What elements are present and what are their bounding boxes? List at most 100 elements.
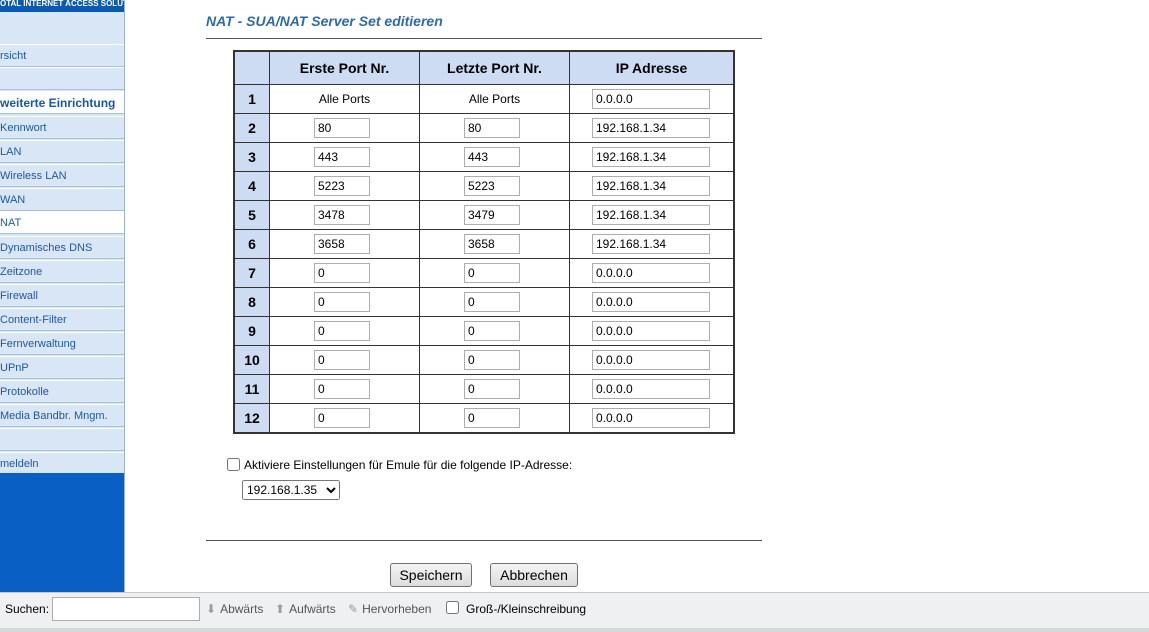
match-case-checkbox[interactable] [446, 601, 459, 614]
first-port-input[interactable] [314, 234, 370, 254]
first-port-input[interactable] [314, 263, 370, 283]
sidebar-section-advanced[interactable]: weiterte Einrichtung [0, 91, 124, 114]
sidebar-item-dynamic-dns[interactable]: Dynamisches DNS [0, 236, 124, 259]
table-row: 4 [233, 171, 735, 201]
table-row: 9 [233, 316, 735, 346]
find-previous-label: Aufwärts [289, 602, 336, 616]
row-number: 3 [233, 142, 270, 172]
emule-label: Aktiviere Einstellungen für Emule für di… [244, 458, 573, 472]
find-label: Suchen: [5, 602, 50, 616]
sidebar-item-lan[interactable]: LAN [0, 140, 124, 163]
sidebar-item-logout[interactable]: meldeln [0, 452, 124, 475]
brand-logo: OTAL INTERNET ACCESS SOLUTION [0, 0, 124, 12]
table-row: 12 [233, 403, 735, 434]
last-port-input[interactable] [464, 379, 520, 399]
row-number: 1 [233, 84, 270, 114]
sidebar-item-password[interactable]: Kennwort [0, 116, 124, 139]
match-case-label: Groß-/Kleinschreibung [466, 602, 587, 616]
first-port-input[interactable] [314, 147, 370, 167]
ip-address-input[interactable] [592, 176, 710, 196]
sidebar-item-timezone[interactable]: Zeitzone [0, 260, 124, 283]
last-port-input[interactable] [464, 321, 520, 341]
row-number: 11 [233, 374, 270, 404]
divider-top [206, 38, 762, 39]
cancel-button[interactable]: Abbrechen [490, 563, 578, 587]
sidebar-item-overview[interactable]: rsicht [0, 44, 124, 67]
row-number: 12 [233, 403, 270, 434]
emule-checkbox[interactable] [227, 458, 240, 471]
first-port-input[interactable] [314, 350, 370, 370]
ip-address-input[interactable] [592, 147, 710, 167]
save-button[interactable]: Speichern [390, 563, 472, 587]
emule-option: Aktiviere Einstellungen für Emule für di… [227, 458, 572, 472]
sidebar-item-upnp[interactable]: UPnP [0, 356, 124, 379]
table-row: 2 [233, 113, 735, 143]
nat-server-table: Erste Port Nr. Letzte Port Nr. IP Adress… [233, 50, 735, 434]
first-port-input[interactable] [314, 176, 370, 196]
ip-address-input[interactable] [592, 350, 710, 370]
find-previous-button[interactable]: ⬆ Aufwärts [275, 602, 336, 616]
find-next-button[interactable]: ⬇ Abwärts [206, 602, 263, 616]
ip-address-input[interactable] [592, 408, 710, 428]
table-row: 11 [233, 374, 735, 404]
sidebar-item-content-filter[interactable]: Content-Filter [0, 308, 124, 331]
divider-bottom [206, 540, 762, 541]
table-row: 10 [233, 345, 735, 375]
ip-address-input[interactable] [592, 118, 710, 138]
sidebar-item-wireless-lan[interactable]: Wireless LAN [0, 164, 124, 187]
sidebar-item-logs[interactable]: Protokolle [0, 380, 124, 403]
emule-ip-select[interactable]: 192.168.1.35 [242, 480, 340, 500]
header-first-port: Erste Port Nr. [269, 50, 420, 85]
row-number: 7 [233, 258, 270, 288]
sidebar-item-firewall[interactable]: Firewall [0, 284, 124, 307]
first-port-input[interactable] [314, 379, 370, 399]
sidebar-item-media-bandwidth[interactable]: Media Bandbr. Mngm. [0, 404, 124, 427]
table-row: 7 [233, 258, 735, 288]
row-number: 10 [233, 345, 270, 375]
last-port-input[interactable] [464, 147, 520, 167]
last-port-input[interactable] [464, 292, 520, 312]
ip-address-input[interactable] [592, 234, 710, 254]
first-port-input[interactable] [314, 321, 370, 341]
table-row: 3 [233, 142, 735, 172]
first-port-input[interactable] [314, 205, 370, 225]
last-port-input[interactable] [464, 263, 520, 283]
last-port-input[interactable] [464, 205, 520, 225]
sidebar-spacer [0, 428, 124, 451]
page-title: NAT - SUA/NAT Server Set editieren [206, 13, 443, 29]
last-port-input[interactable] [464, 234, 520, 254]
first-port-input[interactable] [314, 408, 370, 428]
row-number: 6 [233, 229, 270, 259]
last-port-input[interactable] [464, 408, 520, 428]
ip-address-input[interactable] [592, 292, 710, 312]
last-port-static: Alle Ports [419, 84, 570, 114]
last-port-input[interactable] [464, 118, 520, 138]
row-number: 8 [233, 287, 270, 317]
ip-address-input[interactable] [592, 205, 710, 225]
status-bar [0, 628, 1149, 632]
row-number: 9 [233, 316, 270, 346]
sidebar-item-nat[interactable]: NAT [0, 211, 124, 234]
last-port-input[interactable] [464, 176, 520, 196]
ip-address-input[interactable] [592, 321, 710, 341]
find-bar: Suchen: ⬇ Abwärts ⬆ Aufwärts ✎ Hervorheben … [0, 592, 1149, 632]
row-number: 2 [233, 113, 270, 143]
table-row: 5 [233, 200, 735, 230]
arrow-down-icon: ⬇ [206, 602, 217, 616]
last-port-input[interactable] [464, 350, 520, 370]
table-header-row: Erste Port Nr. Letzte Port Nr. IP Adress… [233, 50, 735, 85]
find-input[interactable] [52, 597, 200, 621]
sidebar-item-remote-management[interactable]: Fernverwaltung [0, 332, 124, 355]
find-next-label: Abwärts [220, 602, 264, 616]
header-index [233, 50, 270, 85]
sidebar-item-wan[interactable]: WAN [0, 188, 124, 211]
ip-address-input[interactable] [592, 379, 710, 399]
highlight-button[interactable]: ✎ Hervorheben [348, 602, 431, 616]
ip-address-input[interactable] [592, 263, 710, 283]
ip-address-input[interactable] [592, 89, 710, 109]
first-port-input[interactable] [314, 118, 370, 138]
sidebar-nav: OTAL INTERNET ACCESS SOLUTION rsicht wei… [0, 0, 125, 592]
row-number: 4 [233, 171, 270, 201]
table-row: 8 [233, 287, 735, 317]
first-port-input[interactable] [314, 292, 370, 312]
